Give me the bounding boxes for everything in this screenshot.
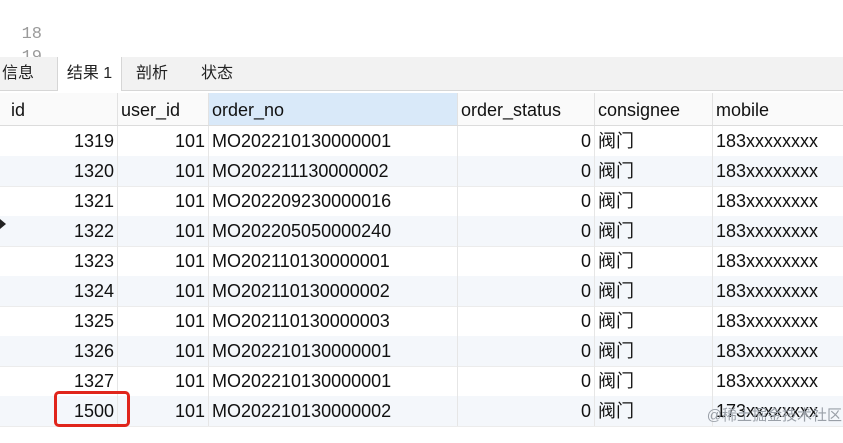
watermark: @稀土掘金技术社区 (706, 407, 842, 424)
table-row[interactable]: 1323 101 MO202110130000001 0 阀门 183xxxxxxxx (0, 246, 843, 277)
cell-mobile[interactable]: 183xxxxxxxx (713, 336, 843, 366)
cell-order-status[interactable]: 0 (458, 156, 595, 186)
cell-order-no[interactable]: MO202211130000002 (209, 156, 458, 186)
cell-mobile[interactable]: 183xxxxxxxx (713, 216, 843, 246)
tab-info[interactable]: 信息 (0, 57, 50, 90)
column-header-consignee[interactable]: consignee (595, 93, 713, 125)
table-row[interactable]: 1320 101 MO202211130000002 0 阀门 183xxxxxxxx (0, 156, 843, 187)
cell-id[interactable]: 1320 (0, 156, 118, 186)
cell-mobile[interactable]: 183xxxxxxxx (713, 246, 843, 276)
cell-id[interactable]: 1324 (0, 276, 118, 306)
cell-consignee[interactable]: 阀门 (595, 276, 713, 306)
cell-user-id[interactable]: 101 (118, 156, 209, 186)
cell-consignee[interactable]: 阀门 (595, 336, 713, 366)
column-header-user-id[interactable]: user_id (118, 93, 209, 125)
cell-order-no[interactable]: MO202110130000003 (209, 306, 458, 336)
result-tabs: 信息 结果 1 剖析 状态 (0, 57, 843, 91)
code-line[interactable]: 18 (0, 0, 843, 44)
cell-user-id[interactable]: 101 (118, 246, 209, 276)
cell-consignee[interactable]: 阀门 (595, 216, 713, 246)
column-header-order-status[interactable]: order_status (458, 93, 595, 125)
cell-order-no[interactable]: MO202210130000001 (209, 126, 458, 156)
cell-consignee[interactable]: 阀门 (595, 246, 713, 276)
cell-id[interactable]: 1326 (0, 336, 118, 366)
cell-order-status[interactable]: 0 (458, 276, 595, 306)
cell-order-no[interactable]: MO202205050000240 (209, 216, 458, 246)
cell-order-no[interactable]: MO202209230000016 (209, 186, 458, 216)
cell-mobile[interactable]: 183xxxxxxxx (713, 306, 843, 336)
cell-mobile[interactable]: 183xxxxxxxx (713, 366, 843, 396)
tab-profile[interactable]: 剖析 (122, 57, 182, 90)
cell-id[interactable]: 1319 (0, 126, 118, 156)
cell-consignee[interactable]: 阀门 (595, 126, 713, 156)
tab-status[interactable]: 状态 (185, 57, 249, 90)
cell-mobile[interactable]: 183xxxxxxxx (713, 126, 843, 156)
sql-editor[interactable]: 18 19 select * from mall_order 20 select… (0, 0, 843, 57)
current-row-marker-icon (0, 219, 6, 229)
table-row[interactable]: 1325 101 MO202110130000003 0 阀门 183xxxxxxxx (0, 306, 843, 337)
cell-order-no[interactable]: MO202210130000002 (209, 396, 458, 426)
table-row[interactable]: 1322 101 MO202205050000240 0 阀门 183xxxxxxxx (0, 216, 843, 247)
cell-order-no[interactable]: MO202210130000001 (209, 336, 458, 366)
table-row[interactable]: 1321 101 MO202209230000016 0 阀门 183xxxxxxxx (0, 186, 843, 217)
code-line[interactable]: 19 select * from mall_order (0, 22, 843, 57)
cell-user-id[interactable]: 101 (118, 366, 209, 396)
highlight-box (54, 391, 130, 427)
table-row[interactable]: 1319 101 MO202210130000001 0 阀门 183xxxxxxxx (0, 126, 843, 157)
cell-order-status[interactable]: 0 (458, 366, 595, 396)
cell-order-no[interactable]: MO202110130000001 (209, 246, 458, 276)
cell-id[interactable]: 1321 (0, 186, 118, 216)
cell-consignee[interactable]: 阀门 (595, 156, 713, 186)
grid-header: id user_id order_no order_status consign… (0, 93, 843, 126)
column-header-mobile[interactable]: mobile (713, 93, 843, 125)
table-row[interactable]: 1326 101 MO202210130000001 0 阀门 183xxxxxxxx (0, 336, 843, 367)
column-header-id[interactable]: id (0, 93, 118, 125)
cell-mobile[interactable]: 183xxxxxxxx (713, 156, 843, 186)
cell-user-id[interactable]: 101 (118, 126, 209, 156)
cell-user-id[interactable]: 101 (118, 306, 209, 336)
cell-mobile[interactable]: 183xxxxxxxx (713, 186, 843, 216)
cell-user-id[interactable]: 101 (118, 216, 209, 246)
cell-order-status[interactable]: 0 (458, 186, 595, 216)
cell-id[interactable]: 1323 (0, 246, 118, 276)
cell-id[interactable]: 1322 (0, 216, 118, 246)
cell-order-status[interactable]: 0 (458, 216, 595, 246)
cell-order-status[interactable]: 0 (458, 336, 595, 366)
cell-order-status[interactable]: 0 (458, 126, 595, 156)
column-header-order-no[interactable]: order_no (209, 93, 458, 125)
cell-order-no[interactable]: MO202110130000002 (209, 276, 458, 306)
table-row[interactable]: 1324 101 MO202110130000002 0 阀门 183xxxxxxxx (0, 276, 843, 307)
tab-result-1[interactable]: 结果 1 (57, 57, 122, 91)
cell-consignee[interactable]: 阀门 (595, 306, 713, 336)
cell-order-status[interactable]: 0 (458, 246, 595, 276)
cell-user-id[interactable]: 101 (118, 276, 209, 306)
cell-id[interactable]: 1325 (0, 306, 118, 336)
cell-order-no[interactable]: MO202210130000001 (209, 366, 458, 396)
cell-order-status[interactable]: 0 (458, 396, 595, 426)
cell-consignee[interactable]: 阀门 (595, 186, 713, 216)
cell-user-id[interactable]: 101 (118, 396, 209, 426)
cell-user-id[interactable]: 101 (118, 336, 209, 366)
cell-mobile[interactable]: 183xxxxxxxx (713, 276, 843, 306)
cell-consignee[interactable]: 阀门 (595, 366, 713, 396)
cell-user-id[interactable]: 101 (118, 186, 209, 216)
cell-order-status[interactable]: 0 (458, 306, 595, 336)
code-line[interactable]: 20 select * from mall_order_item (0, 45, 843, 57)
